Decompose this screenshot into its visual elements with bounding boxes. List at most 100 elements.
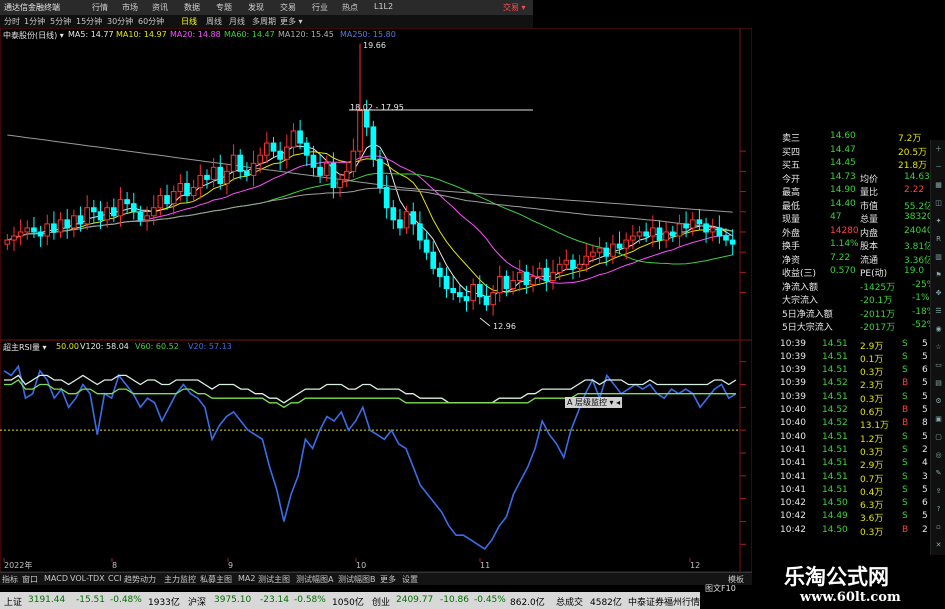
zoom-out-icon[interactable]: － [933, 162, 944, 173]
tab-macd[interactable]: MACD [44, 574, 68, 583]
flag-icon[interactable]: ⚑ [933, 270, 944, 281]
trade-volume: 2.9万 [860, 461, 884, 472]
zoom-in-icon[interactable]: ＋ [933, 144, 944, 155]
period-15min[interactable]: 15分钟 [76, 16, 102, 27]
list-icon[interactable]: ☰ [933, 306, 944, 317]
status-total-value: 4582亿 [590, 598, 622, 608]
window-icon[interactable]: ▫ [933, 522, 944, 533]
menu-item-shichang[interactable]: 市场 [122, 2, 138, 13]
menu-item-hangye[interactable]: 行业 [312, 2, 328, 13]
tab-qushi[interactable]: 趋势动力 [124, 574, 156, 585]
rsi-icon[interactable]: R [933, 234, 944, 245]
tab-test-main[interactable]: 测试主图 [258, 574, 290, 585]
person-icon[interactable]: ◉ [933, 324, 944, 335]
help-icon[interactable]: ? [933, 504, 944, 515]
star-icon[interactable]: ☆ [933, 342, 944, 353]
indicator-name[interactable]: 超主RSI量 ▾ [3, 342, 47, 353]
period-60min[interactable]: 60分钟 [138, 16, 164, 27]
tab-zhuli[interactable]: 主力监控 [164, 574, 196, 585]
tab-cci[interactable]: CCI [108, 574, 122, 583]
flow-pct: -1% [912, 293, 930, 303]
bars-icon[interactable]: ▥ [933, 252, 944, 263]
period-fenshi[interactable]: 分时 [4, 16, 20, 27]
minus-icon[interactable]: ▭ [933, 360, 944, 371]
lock-icon[interactable]: ▢ [933, 432, 944, 443]
trade-count: 8 [922, 418, 928, 429]
menu-item-zixun[interactable]: 资讯 [152, 2, 168, 13]
candle-body [157, 195, 164, 209]
period-bar: 分时 1分钟 5分钟 15分钟 30分钟 60分钟 日线 周线 月线 多周期 更… [0, 15, 533, 29]
legend-v60: V60: 60.52 [135, 342, 179, 351]
period-daily[interactable]: 日线 [181, 16, 197, 27]
menu-item-faxian[interactable]: 发现 [248, 2, 264, 13]
candle-body [669, 231, 676, 237]
tool-icon[interactable]: ✦ [933, 216, 944, 227]
tab-simu[interactable]: 私募主图 [200, 574, 232, 585]
period-30min[interactable]: 30分钟 [107, 16, 133, 27]
sub-chart-tooltip[interactable]: A 层级监控 ▾ ◂ [565, 397, 623, 408]
f10-label[interactable]: 图文F10 [705, 583, 736, 594]
menu-item-zhuanti[interactable]: 专题 [216, 2, 232, 13]
menu-item-hangqing[interactable]: 行情 [92, 2, 108, 13]
period-1min[interactable]: 1分钟 [24, 16, 45, 27]
settings-icon[interactable]: ⚙ [933, 396, 944, 407]
period-more[interactable]: 更多 ▾ [280, 16, 303, 27]
sub-legend: 超主RSI量 ▾ 50.00 V120: 58.04 V60: 60.52 V2… [0, 341, 533, 353]
trade-count: 2 [922, 524, 928, 535]
tab-test-b[interactable]: 测试幅图B [338, 574, 376, 585]
candle-body [689, 219, 696, 229]
legend-ma20: MA20: 14.88 [170, 30, 221, 39]
tab-zhibiao[interactable]: 指标 [2, 574, 18, 585]
quote-row: 买五 14.45 21.8万 [752, 157, 932, 171]
trade-row: 10:40 14.52 0.6万 B 5 [752, 405, 932, 418]
main-legend: 中泰股份(日线) ▾ MA5: 14.77 MA10: 14.97 MA20: … [0, 29, 533, 41]
menu-item-redian[interactable]: 热点 [342, 2, 358, 13]
low-price-label: 12.96 [493, 322, 516, 331]
period-multi[interactable]: 多周期 [252, 16, 276, 27]
period-monthly[interactable]: 月线 [229, 16, 245, 27]
quote-label: 收益(三) [782, 269, 817, 279]
trade-volume: 0.3万 [860, 447, 884, 458]
quote-row: 外盘 14280 内盘 24040 [752, 225, 933, 239]
tab-window[interactable]: 窗口 [22, 574, 38, 585]
status-sh-label: 上证 [4, 598, 23, 608]
watermark: 乐淘公式网 www.60lt.com [752, 555, 945, 609]
candle-body [71, 215, 77, 229]
pane-icon[interactable]: ▤ [933, 378, 944, 389]
calendar-icon[interactable]: ▣ [933, 414, 944, 425]
tab-more[interactable]: 更多 [380, 574, 396, 585]
candle-body [177, 182, 184, 193]
note-icon[interactable]: ✎ [933, 468, 944, 479]
share-icon[interactable]: ⇪ [933, 486, 944, 497]
trade-row: 10:42 14.50 6.3万 S 6 [752, 498, 932, 511]
quote-row: 最低 14.40 市值 55.2亿 [752, 198, 933, 212]
trade-dropdown[interactable]: 交易 ▾ [503, 2, 526, 13]
candle-body [470, 284, 476, 302]
trade-time: 10:39 [780, 365, 806, 376]
trade-side: S [902, 391, 908, 402]
tab-ma2[interactable]: MA2 [238, 574, 255, 583]
flow-label: 大宗流入 [782, 296, 819, 306]
tab-settings[interactable]: 设置 [402, 574, 418, 585]
menu-item-shuju[interactable]: 数据 [184, 2, 200, 13]
tab-test-a[interactable]: 测试幅图A [296, 574, 333, 585]
chart-icon[interactable]: ◫ [933, 198, 944, 209]
close-icon[interactable]: ✕ [933, 540, 944, 551]
candle-body [583, 255, 590, 265]
grid-icon[interactable]: ▦ [933, 180, 944, 191]
candle-body [543, 267, 550, 281]
trade-time: 10:40 [780, 418, 806, 429]
candle-body [649, 227, 656, 237]
trade-price: 14.51 [822, 458, 848, 469]
tab-vol-tdx[interactable]: VOL-TDX [70, 574, 105, 583]
period-5min[interactable]: 5分钟 [50, 16, 71, 27]
trade-count: 5 [922, 391, 928, 402]
period-weekly[interactable]: 周线 [206, 16, 222, 27]
eye-icon[interactable]: ◎ [933, 450, 944, 461]
menu-item-l1l2[interactable]: L1L2 [374, 2, 393, 11]
quote-row: 最高 14.90 量比 2.22 [752, 184, 932, 198]
menu-item-jiaoyi[interactable]: 交易 [280, 2, 296, 13]
trade-time: 10:41 [780, 471, 806, 482]
arrows-icon[interactable]: ✥ [933, 288, 944, 299]
stock-name[interactable]: 中泰股份(日线) ▾ [3, 30, 64, 41]
